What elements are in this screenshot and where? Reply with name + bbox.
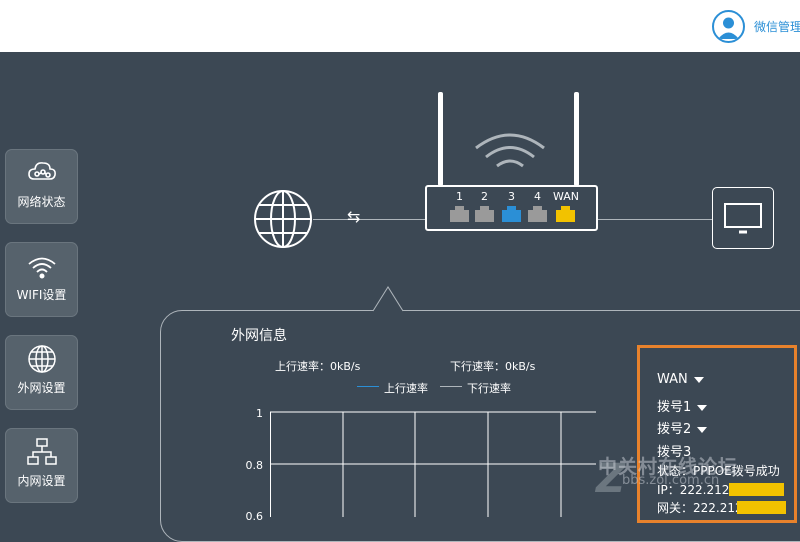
wan-port-icon bbox=[556, 206, 575, 222]
watermark-url: bbs.zol.com.cn bbox=[622, 473, 720, 488]
y-tick-label: 1 bbox=[256, 407, 263, 420]
wan-dropdown[interactable]: WAN bbox=[657, 372, 704, 387]
gateway-redaction-mask bbox=[737, 501, 786, 514]
sidebar-item-wan-settings[interactable]: 外网设置 bbox=[5, 335, 78, 410]
ip-redaction-mask bbox=[729, 483, 784, 496]
dial-1-dropdown[interactable]: 拨号1 bbox=[657, 396, 708, 415]
lan-port-2-icon bbox=[475, 206, 494, 222]
gateway-text: 网关：222.212 bbox=[657, 501, 743, 515]
wechat-manage-link[interactable]: 微信管理 bbox=[754, 18, 800, 35]
chevron-down-icon bbox=[693, 376, 704, 383]
wifi-signal-icon bbox=[472, 128, 548, 172]
user-avatar-icon[interactable] bbox=[712, 10, 745, 43]
wifi-icon bbox=[26, 250, 58, 282]
dial-1-label: 拨号1 bbox=[657, 400, 692, 415]
router-antenna-left bbox=[438, 92, 443, 186]
legend-label-download: 下行速率 bbox=[467, 382, 511, 395]
legend-label-upload: 上行速率 bbox=[384, 382, 428, 395]
chevron-down-icon bbox=[697, 426, 708, 433]
port-label-2: 2 bbox=[481, 190, 488, 203]
download-rate-text: 下行速率：0kB/s bbox=[450, 360, 536, 373]
link-line-internet bbox=[313, 219, 426, 220]
sidebar-item-label: 外网设置 bbox=[17, 381, 66, 395]
top-header bbox=[0, 0, 800, 52]
panel-title: 外网信息 bbox=[231, 328, 287, 344]
wan-dropdown-label: WAN bbox=[657, 372, 688, 387]
port-label-3: 3 bbox=[508, 190, 515, 203]
legend-swatch-upload bbox=[357, 386, 379, 387]
sidebar-item-wifi-settings[interactable]: WIFI设置 bbox=[5, 242, 78, 317]
device-monitor-icon bbox=[712, 187, 774, 249]
sidebar-item-lan-settings[interactable]: 内网设置 bbox=[5, 428, 78, 503]
port-label-1: 1 bbox=[456, 190, 463, 203]
port-label-4: 4 bbox=[534, 190, 541, 203]
link-line-device bbox=[597, 219, 713, 220]
panel-pointer bbox=[373, 286, 403, 312]
lan-port-1-icon bbox=[450, 206, 469, 222]
y-tick-label: 0.8 bbox=[245, 459, 264, 472]
speed-chart bbox=[270, 411, 596, 517]
cloud-network-icon bbox=[26, 157, 58, 189]
sidebar-item-label: 内网设置 bbox=[17, 474, 66, 488]
legend-swatch-download bbox=[440, 386, 462, 387]
dial-2-label: 拨号2 bbox=[657, 422, 692, 437]
router-body: 1 2 3 4 WAN bbox=[425, 185, 598, 231]
chevron-down-icon bbox=[697, 404, 708, 411]
lan-port-4-icon bbox=[528, 206, 547, 222]
router-antenna-right bbox=[574, 92, 579, 186]
upload-rate-text: 上行速率：0kB/s bbox=[275, 360, 361, 373]
port-label-wan: WAN bbox=[553, 190, 580, 203]
swap-arrows-icon: ⇆ bbox=[347, 207, 361, 226]
sidebar-item-label: 网络状态 bbox=[17, 195, 66, 209]
dial-2-dropdown[interactable]: 拨号2 bbox=[657, 418, 708, 437]
sidebar-item-label: WIFI设置 bbox=[16, 288, 67, 302]
globe-icon bbox=[26, 343, 58, 375]
internet-globe-icon bbox=[252, 188, 314, 250]
sidebar-item-network-status[interactable]: 网络状态 bbox=[5, 149, 78, 224]
lan-port-3-icon bbox=[502, 206, 521, 222]
lan-topology-icon bbox=[26, 436, 58, 468]
